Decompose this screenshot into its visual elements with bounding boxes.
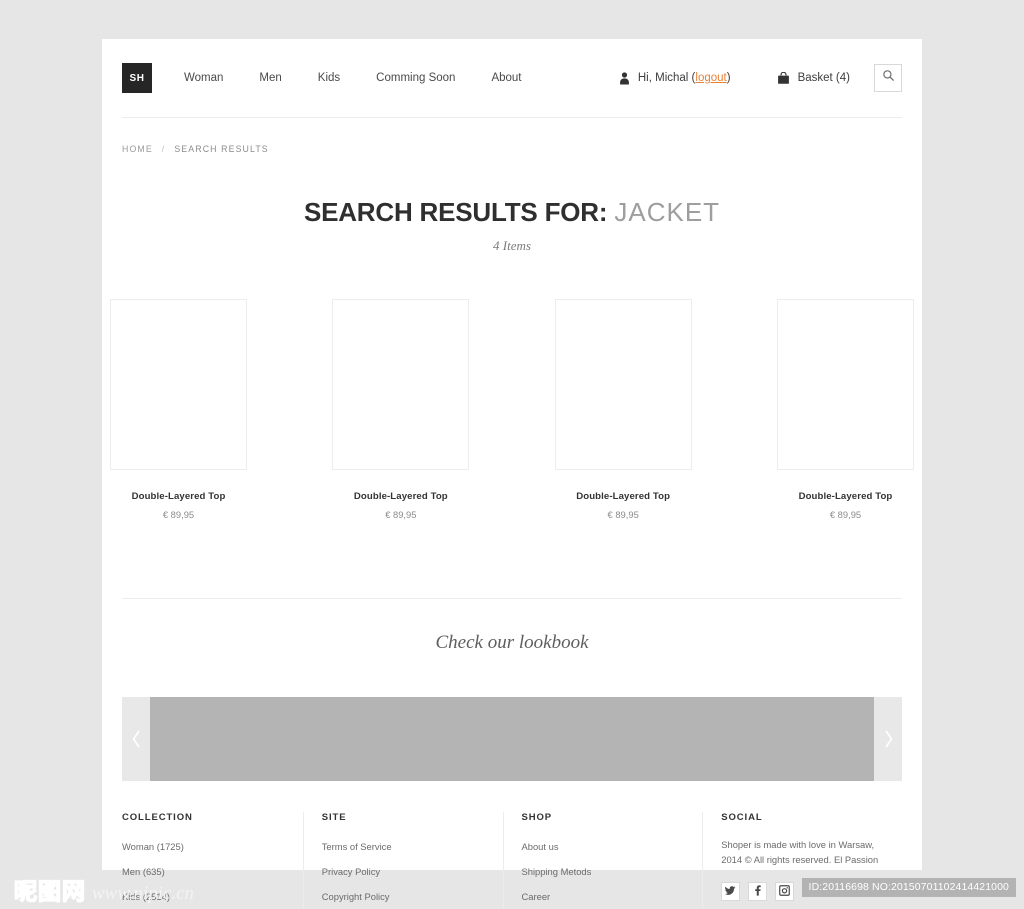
shopping-bag-icon [777,71,790,85]
social-button-instagram[interactable] [775,882,795,902]
slider-prev-button[interactable] [122,697,150,781]
logout-link[interactable]: logout [695,72,726,84]
footer-link-shipping[interactable]: Shipping Metods [522,866,592,877]
lookbook-title: Check our lookbook [435,632,589,653]
product-card[interactable]: Double-Layered Top € 89,95 [554,299,692,520]
search-icon [882,69,895,87]
product-card[interactable]: Double-Layered Top € 89,95 [110,299,247,520]
footer-note-line-2: 2014 © All rights reserved. El Passion [721,854,879,866]
footer-link-about-us[interactable]: About us [522,841,559,852]
footer-note-line-1: Shoper is made with love in Warsaw, [721,839,875,850]
footer-link-woman[interactable]: Woman (1725) [122,841,184,852]
product-name: Double-Layered Top [798,491,893,502]
account-greeting[interactable]: Hi, Michal (logout) [619,71,731,85]
product-price: € 89,95 [162,509,195,520]
product-price: € 89,95 [607,509,639,520]
social-button-twitter[interactable] [721,882,741,902]
nav-item-men[interactable]: Men [259,72,281,84]
account-greeting-text: Hi, Michal ( [637,72,696,84]
header-utilities: Hi, Michal (logout) Basket (4) [619,64,902,92]
footer-column-site: SITE Terms of Service Privacy Policy Cop… [304,812,504,909]
footer-link-copyright[interactable]: Copyright Policy [322,891,390,902]
nav-item-comming-soon[interactable]: Comming Soon [376,72,455,84]
footer-link-list: Terms of Service Privacy Policy Copyrigh… [322,837,485,909]
footer-heading: SITE [321,812,347,823]
footer-link-kids[interactable]: Kids (2514) [122,891,170,902]
footer-heading: SOCIAL [721,812,763,823]
breadcrumb: HOME / SEARCH RESULTS [102,118,922,154]
product-card[interactable]: Double-Layered Top € 89,95 [776,299,914,520]
nav-item-about[interactable]: About [491,72,521,84]
site-container: SH Woman Men Kids Comming Soon About Hi,… [102,39,922,909]
lookbook-slide[interactable] [150,697,874,781]
twitter-icon [725,883,736,901]
footer-column-shop: SHOP About us Shipping Metods Career Con… [504,812,704,909]
footer-heading: COLLECTION [122,812,193,823]
product-grid: Double-Layered Top € 89,95 Double-Layere… [102,254,922,520]
product-image-placeholder[interactable] [110,299,247,470]
product-card[interactable]: Double-Layered Top € 89,95 [332,299,470,520]
nav-item-kids[interactable]: Kids [318,72,340,84]
results-count: 4 Items [493,238,531,253]
list-item: Men (635) [122,862,285,880]
footer-column-collection: COLLECTION Woman (1725) Men (635) Kids (… [122,812,304,909]
breadcrumb-separator: / [161,144,166,154]
chevron-right-icon [883,729,894,749]
page-title-term: JACKET [614,197,721,227]
footer-link-terms[interactable]: Terms of Service [322,841,392,852]
list-item: Woman (1725) [122,837,285,855]
list-item: Kids (2514) [122,887,285,905]
basket-link[interactable]: Basket (4) [777,71,850,85]
product-name: Double-Layered Top [131,491,226,502]
list-item: Career [522,887,685,905]
chevron-left-icon [131,729,142,749]
breadcrumb-current: SEARCH RESULTS [174,144,269,154]
main-navigation: Woman Men Kids Comming Soon About [184,72,522,84]
social-links [721,882,884,902]
footer-link-men[interactable]: Men (635) [122,866,165,877]
social-button-facebook[interactable] [748,882,768,902]
product-image-placeholder[interactable] [554,299,692,470]
footer-link-privacy[interactable]: Privacy Policy [322,866,380,877]
lookbook-slider [122,697,902,781]
site-header: SH Woman Men Kids Comming Soon About Hi,… [102,39,922,117]
list-item: Shipping Metods [522,862,685,880]
basket-label: Basket (4) [797,72,850,84]
account-greeting-close: ) [726,72,731,84]
search-button[interactable] [874,64,902,92]
list-item: Privacy Policy [322,862,485,880]
product-price: € 89,95 [829,509,862,520]
facebook-icon [752,883,763,901]
search-results-header: SEARCH RESULTS FOR: JACKET 4 Items [102,154,922,254]
product-name: Double-Layered Top [353,491,448,502]
site-footer: COLLECTION Woman (1725) Men (635) Kids (… [102,781,922,909]
page-title-label: SEARCH RESULTS FOR: [303,197,608,227]
footer-heading: SHOP [521,812,553,823]
page-title: SEARCH RESULTS FOR: JACKET [102,197,922,228]
footer-note: Shoper is made with love in Warsaw, 2014… [721,837,884,867]
product-image-placeholder[interactable] [332,299,470,470]
footer-link-list: Woman (1725) Men (635) Kids (2514) Commi… [122,837,285,909]
list-item: Terms of Service [322,837,485,855]
list-item: Copyright Policy [322,887,485,905]
product-image-placeholder[interactable] [776,299,914,470]
watermark-cjk-text: 昵图网 [13,878,86,904]
footer-column-social: SOCIAL Shoper is made with love in Warsa… [703,812,902,909]
slider-next-button[interactable] [874,697,902,781]
nav-item-woman[interactable]: Woman [184,72,223,84]
user-icon [619,71,630,85]
footer-link-list: About us Shipping Metods Career Contact [522,837,685,909]
product-name: Double-Layered Top [576,491,671,502]
instagram-icon [779,883,791,901]
brand-logo[interactable]: SH [122,63,152,93]
page-canvas: SH Woman Men Kids Comming Soon About Hi,… [0,0,1024,909]
product-price: € 89,95 [385,509,417,520]
footer-link-career[interactable]: Career [522,891,551,902]
list-item: About us [522,837,685,855]
breadcrumb-home[interactable]: HOME [122,144,153,154]
